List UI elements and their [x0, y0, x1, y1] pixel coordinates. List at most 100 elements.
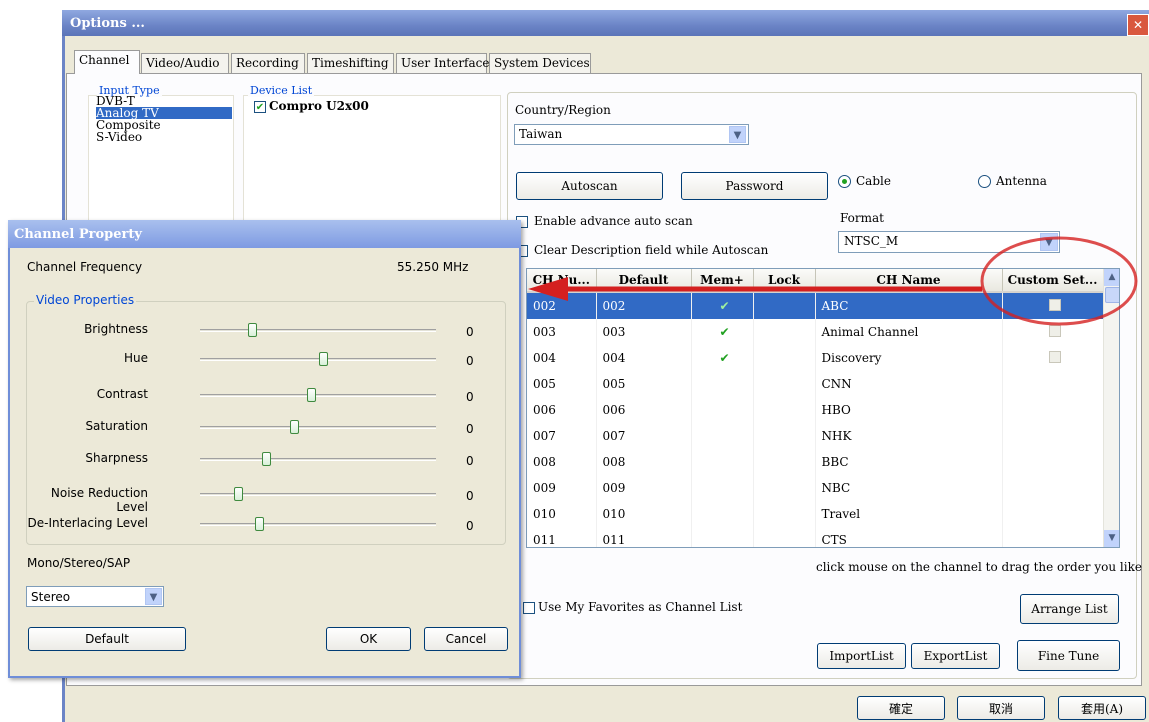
tab-recording[interactable]: Recording — [231, 53, 305, 73]
confirm-button[interactable]: 確定 — [857, 696, 945, 720]
cell-custom[interactable] — [1002, 449, 1104, 475]
cell-mem[interactable]: ✔ — [691, 319, 754, 345]
column-header-lock[interactable]: Lock — [753, 269, 816, 293]
slider-thumb[interactable] — [248, 323, 257, 337]
table-row[interactable]: 004 004 ✔ Discovery — [527, 345, 1104, 371]
slider-thumb[interactable] — [290, 420, 299, 434]
cell-custom[interactable] — [1002, 371, 1104, 397]
custom-checkbox[interactable] — [1049, 298, 1061, 311]
cell-lock[interactable] — [753, 501, 816, 527]
cell-lock[interactable] — [753, 449, 816, 475]
cell-custom[interactable] — [1002, 397, 1104, 423]
cell-mem[interactable] — [691, 527, 754, 547]
table-row[interactable]: 007 007 NHK — [527, 423, 1104, 449]
options-title-bar[interactable]: Options ... — [62, 10, 1149, 36]
cell-lock[interactable] — [753, 292, 816, 319]
password-button[interactable]: Password — [681, 172, 828, 200]
cell-mem[interactable]: ✔ — [691, 292, 754, 319]
cell-mem[interactable] — [691, 371, 754, 397]
cell-custom[interactable] — [1002, 527, 1104, 547]
cell-custom[interactable] — [1002, 475, 1104, 501]
chevron-down-icon[interactable]: ▼ — [145, 588, 162, 605]
cell-custom[interactable] — [1002, 501, 1104, 527]
export-list-button[interactable]: ExportList — [911, 643, 1000, 669]
cancel-button[interactable]: 取消 — [957, 696, 1045, 720]
device-checkbox[interactable]: ✔ — [254, 101, 266, 113]
apply-button[interactable]: 套用(A) — [1058, 696, 1146, 720]
tab-channel[interactable]: Channel — [74, 50, 140, 74]
chevron-down-icon[interactable]: ▼ — [1040, 233, 1058, 251]
column-header-ch-number[interactable]: CH Nu... — [527, 269, 597, 293]
table-row[interactable]: 002 002 ✔ ABC — [527, 292, 1104, 319]
country-select[interactable]: Taiwan — [514, 124, 749, 145]
table-row[interactable]: 003 003 ✔ Animal Channel — [527, 319, 1104, 345]
slider-track[interactable] — [200, 426, 436, 429]
dialog-cancel-button[interactable]: Cancel — [424, 627, 508, 651]
custom-checkbox[interactable] — [1049, 324, 1061, 337]
slider-track[interactable] — [200, 358, 436, 361]
table-row[interactable]: 008 008 BBC — [527, 449, 1104, 475]
ok-button[interactable]: OK — [326, 627, 411, 651]
slider-thumb[interactable] — [307, 388, 316, 402]
cell-lock[interactable] — [753, 397, 816, 423]
cell-lock[interactable] — [753, 345, 816, 371]
cell-lock[interactable] — [753, 423, 816, 449]
cell-mem[interactable] — [691, 449, 754, 475]
cell-lock[interactable] — [753, 371, 816, 397]
favorites-checkbox[interactable] — [523, 602, 535, 614]
table-row[interactable]: 009 009 NBC — [527, 475, 1104, 501]
device-name[interactable]: Compro U2x00 — [269, 99, 369, 113]
slider-thumb[interactable] — [255, 517, 264, 531]
list-item[interactable]: S-Video — [96, 131, 232, 143]
antenna-radio[interactable] — [978, 175, 991, 188]
table-scrollbar[interactable]: ▲ ▼ — [1103, 269, 1119, 547]
chevron-down-icon[interactable]: ▼ — [729, 126, 746, 143]
audio-mode-select[interactable]: Stereo — [26, 586, 164, 607]
cell-mem[interactable] — [691, 423, 754, 449]
import-list-button[interactable]: ImportList — [817, 643, 906, 669]
fine-tune-button[interactable]: Fine Tune — [1017, 640, 1120, 671]
table-row[interactable]: 011 011 CTS — [527, 527, 1104, 547]
slider-thumb[interactable] — [319, 352, 328, 366]
cell-custom[interactable] — [1002, 345, 1104, 371]
scrollbar-thumb[interactable] — [1105, 287, 1119, 303]
slider-thumb[interactable] — [234, 487, 243, 501]
slider-track[interactable] — [200, 394, 436, 397]
tab-user-interface[interactable]: User Interface — [396, 53, 489, 73]
slider-track[interactable] — [200, 523, 436, 526]
tab-system-devices[interactable]: System Devices — [489, 53, 591, 73]
cell-mem[interactable] — [691, 397, 754, 423]
slider-thumb[interactable] — [262, 452, 271, 466]
cell-custom[interactable] — [1002, 423, 1104, 449]
arrange-list-button[interactable]: Arrange List — [1020, 594, 1119, 624]
tab-timeshifting[interactable]: Timeshifting — [307, 53, 394, 73]
format-select[interactable]: NTSC_M — [838, 231, 1060, 253]
channel-property-title-bar[interactable]: Channel Property — [8, 220, 521, 248]
cell-lock[interactable] — [753, 319, 816, 345]
column-header-ch-name[interactable]: CH Name — [815, 269, 1003, 293]
custom-checkbox[interactable] — [1049, 350, 1061, 363]
default-button[interactable]: Default — [28, 627, 186, 651]
chevron-up-icon[interactable]: ▲ — [1104, 269, 1119, 286]
cell-custom[interactable] — [1002, 319, 1104, 345]
cell-lock[interactable] — [753, 527, 816, 547]
column-header-default[interactable]: Default — [596, 269, 692, 293]
channel-table[interactable]: CH Nu... Default Mem+ Lock CH Name Custo… — [526, 268, 1120, 548]
tab-video-audio[interactable]: Video/Audio — [141, 53, 229, 73]
close-icon[interactable]: ✕ — [1127, 14, 1149, 36]
column-header-mem[interactable]: Mem+ — [691, 269, 754, 293]
cell-custom[interactable] — [1002, 292, 1104, 319]
autoscan-button[interactable]: Autoscan — [516, 172, 663, 200]
table-row[interactable]: 006 006 HBO — [527, 397, 1104, 423]
cell-mem[interactable] — [691, 501, 754, 527]
table-row[interactable]: 010 010 Travel — [527, 501, 1104, 527]
table-row[interactable]: 005 005 CNN — [527, 371, 1104, 397]
cable-radio[interactable] — [838, 175, 851, 188]
column-header-custom[interactable]: Custom Set... — [1002, 269, 1104, 293]
chevron-down-icon[interactable]: ▼ — [1104, 530, 1119, 547]
cell-mem[interactable]: ✔ — [691, 345, 754, 371]
slider-track[interactable] — [200, 458, 436, 461]
slider-track[interactable] — [200, 329, 436, 332]
cell-lock[interactable] — [753, 475, 816, 501]
cell-mem[interactable] — [691, 475, 754, 501]
